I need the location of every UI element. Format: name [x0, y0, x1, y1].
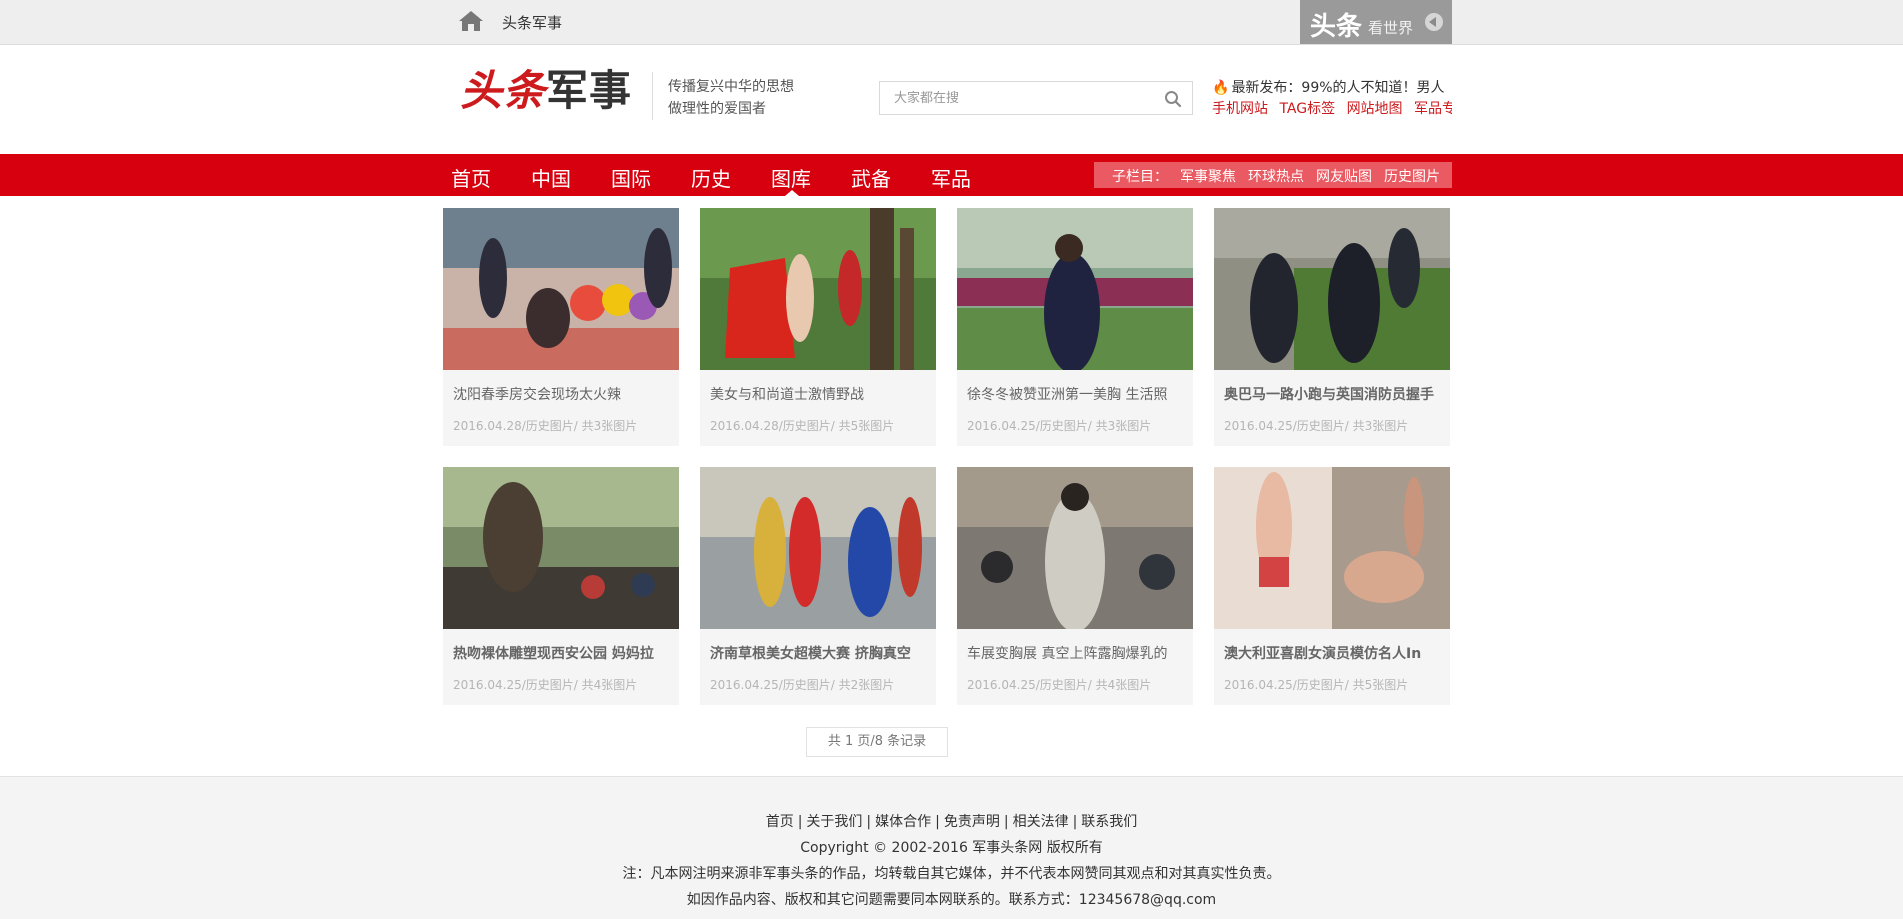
- link-shop[interactable]: 军品专卖: [1414, 101, 1452, 117]
- footer-link-media[interactable]: 媒体合作: [875, 814, 931, 830]
- footer-links: 首页 | 关于我们 | 媒体合作 | 免责声明 | 相关法律 | 联系我们: [0, 811, 1903, 831]
- gallery-title[interactable]: 徐冬冬被赞亚洲第一美胸 生活照: [967, 384, 1183, 404]
- link-sitemap[interactable]: 网站地图: [1347, 101, 1403, 117]
- nav-item-world[interactable]: 国际: [611, 163, 651, 192]
- slogan-line-1: 传播复兴中华的思想: [668, 79, 794, 95]
- sub-item-history-photos[interactable]: 历史图片: [1384, 166, 1440, 186]
- gallery-title[interactable]: 车展变胸展 真空上阵露胸爆乳的: [967, 643, 1183, 663]
- footer-separator: |: [1072, 814, 1078, 830]
- sub-item-hotspots[interactable]: 环球热点: [1248, 166, 1304, 186]
- home-icon[interactable]: [458, 10, 484, 32]
- footer-link-disclaimer[interactable]: 免责声明: [944, 814, 1000, 830]
- gallery-image[interactable]: [443, 467, 679, 629]
- nav-item-gallery[interactable]: 图库: [771, 163, 811, 192]
- gallery-card[interactable]: 热吻裸体雕塑现西安公园 妈妈拉 2016.04.25/历史图片/ 共4张图片: [443, 467, 679, 705]
- nav-item-weapons[interactable]: 武备: [851, 163, 891, 192]
- gallery-title[interactable]: 奥巴马一路小跑与英国消防员握手: [1224, 384, 1440, 404]
- search-box: [879, 81, 1193, 115]
- gallery-image[interactable]: [700, 467, 936, 629]
- top-bar: 头条军事 头条 看世界: [0, 0, 1903, 45]
- latest-news-text: 最新发布：99%的人不知道！男人: [1231, 80, 1445, 96]
- nav-item-china[interactable]: 中国: [531, 163, 571, 192]
- gallery-meta: 2016.04.25/历史图片/ 共3张图片: [967, 419, 1152, 433]
- fire-icon: 🔥: [1212, 80, 1230, 96]
- gallery-meta: 2016.04.25/历史图片/ 共4张图片: [967, 678, 1152, 692]
- header-links: 手机网站 TAG标签 网站地图 军品专卖: [1212, 98, 1452, 118]
- collapse-arrow-icon[interactable]: [1425, 13, 1443, 31]
- logo-part-2: 军事: [546, 66, 633, 115]
- gallery-title[interactable]: 美女与和尚道士激情野战: [710, 384, 926, 404]
- gallery-meta: 2016.04.28/历史图片/ 共5张图片: [710, 419, 895, 433]
- gallery-card[interactable]: 澳大利亚喜剧女演员模仿名人In 2016.04.25/历史图片/ 共5张图片: [1214, 467, 1450, 705]
- footer-link-legal[interactable]: 相关法律: [1013, 814, 1069, 830]
- logo-part-1: 头条: [460, 66, 547, 115]
- link-mobile-site[interactable]: 手机网站: [1212, 101, 1268, 117]
- gallery-card[interactable]: 徐冬冬被赞亚洲第一美胸 生活照 2016.04.25/历史图片/ 共3张图片: [957, 208, 1193, 446]
- main-nav: 首页 中国 国际 历史 图库 武备 军品 子栏目： 军事聚焦 环球热点 网友贴图…: [0, 154, 1903, 196]
- footer-link-about[interactable]: 关于我们: [806, 814, 862, 830]
- sub-item-focus[interactable]: 军事聚焦: [1180, 166, 1236, 186]
- gallery-title[interactable]: 济南草根美女超模大赛 挤胸真空: [710, 643, 926, 663]
- site-footer: 首页 | 关于我们 | 媒体合作 | 免责声明 | 相关法律 | 联系我们 Copyright © …: [0, 776, 1903, 919]
- gallery-card[interactable]: 美女与和尚道士激情野战 2016.04.28/历史图片/ 共5张图片: [700, 208, 936, 446]
- gallery-image[interactable]: [700, 208, 936, 370]
- toutiao-badge[interactable]: 头条 看世界: [1300, 0, 1452, 44]
- latest-news[interactable]: 🔥 最新发布：99%的人不知道！男人: [1212, 77, 1445, 97]
- gallery-meta: 2016.04.25/历史图片/ 共2张图片: [710, 678, 895, 692]
- gallery-image[interactable]: [957, 467, 1193, 629]
- badge-sub-text: 看世界: [1368, 19, 1414, 37]
- footer-link-home[interactable]: 首页: [766, 814, 794, 830]
- gallery-meta: 2016.04.25/历史图片/ 共3张图片: [1224, 419, 1409, 433]
- search-input[interactable]: [892, 90, 1156, 107]
- site-logo[interactable]: 头条军事: [460, 66, 632, 116]
- gallery-title[interactable]: 沈阳春季房交会现场太火辣: [453, 384, 669, 404]
- active-nav-indicator: [785, 190, 799, 196]
- slogan: 传播复兴中华的思想 做理性的爱国者: [668, 76, 794, 120]
- link-tag[interactable]: TAG标签: [1279, 101, 1335, 117]
- nav-item-home[interactable]: 首页: [451, 163, 491, 192]
- slogan-line-2: 做理性的爱国者: [668, 101, 766, 117]
- footer-separator: |: [797, 814, 803, 830]
- sub-item-user-photos[interactable]: 网友贴图: [1316, 166, 1372, 186]
- footer-link-contact[interactable]: 联系我们: [1081, 814, 1137, 830]
- slogan-divider: [652, 72, 653, 120]
- nav-item-history[interactable]: 历史: [691, 163, 731, 192]
- gallery-image[interactable]: [1214, 467, 1450, 629]
- sub-column-bar: 子栏目： 军事聚焦 环球热点 网友贴图 历史图片: [1094, 162, 1452, 188]
- gallery-image[interactable]: [957, 208, 1193, 370]
- nav-item-military-goods[interactable]: 军品: [931, 163, 971, 192]
- pagination-info: 共 1 页/8 条记录: [806, 727, 948, 757]
- gallery-image[interactable]: [1214, 208, 1450, 370]
- search-icon[interactable]: [1164, 90, 1182, 108]
- sub-column-label: 子栏目：: [1112, 169, 1168, 185]
- gallery-meta: 2016.04.28/历史图片/ 共3张图片: [453, 419, 638, 433]
- footer-copyright: Copyright © 2002-2016 军事头条网 版权所有: [800, 840, 1103, 856]
- footer-contact: 如因作品内容、版权和其它问题需要同本网联系的。联系方式：12345678@qq.…: [686, 892, 1217, 908]
- footer-separator: |: [935, 814, 940, 830]
- gallery-title[interactable]: 澳大利亚喜剧女演员模仿名人In: [1224, 643, 1440, 663]
- gallery-image[interactable]: [443, 208, 679, 370]
- badge-main-text: 头条: [1310, 12, 1363, 42]
- gallery-card[interactable]: 济南草根美女超模大赛 挤胸真空 2016.04.25/历史图片/ 共2张图片: [700, 467, 936, 705]
- top-site-name[interactable]: 头条军事: [502, 12, 562, 33]
- gallery-meta: 2016.04.25/历史图片/ 共5张图片: [1224, 678, 1409, 692]
- gallery-title[interactable]: 热吻裸体雕塑现西安公园 妈妈拉: [453, 643, 669, 663]
- gallery-card[interactable]: 奥巴马一路小跑与英国消防员握手 2016.04.25/历史图片/ 共3张图片: [1214, 208, 1450, 446]
- gallery-card[interactable]: 车展变胸展 真空上阵露胸爆乳的 2016.04.25/历史图片/ 共4张图片: [957, 467, 1193, 705]
- footer-separator: |: [1003, 814, 1009, 830]
- footer-separator: |: [866, 814, 872, 830]
- gallery-meta: 2016.04.25/历史图片/ 共4张图片: [453, 678, 638, 692]
- gallery-card[interactable]: 沈阳春季房交会现场太火辣 2016.04.28/历史图片/ 共3张图片: [443, 208, 679, 446]
- footer-disclaimer: 注：凡本网注明来源非军事头条的作品，均转载自其它媒体，并不代表本网赞同其观点和对…: [622, 866, 1281, 882]
